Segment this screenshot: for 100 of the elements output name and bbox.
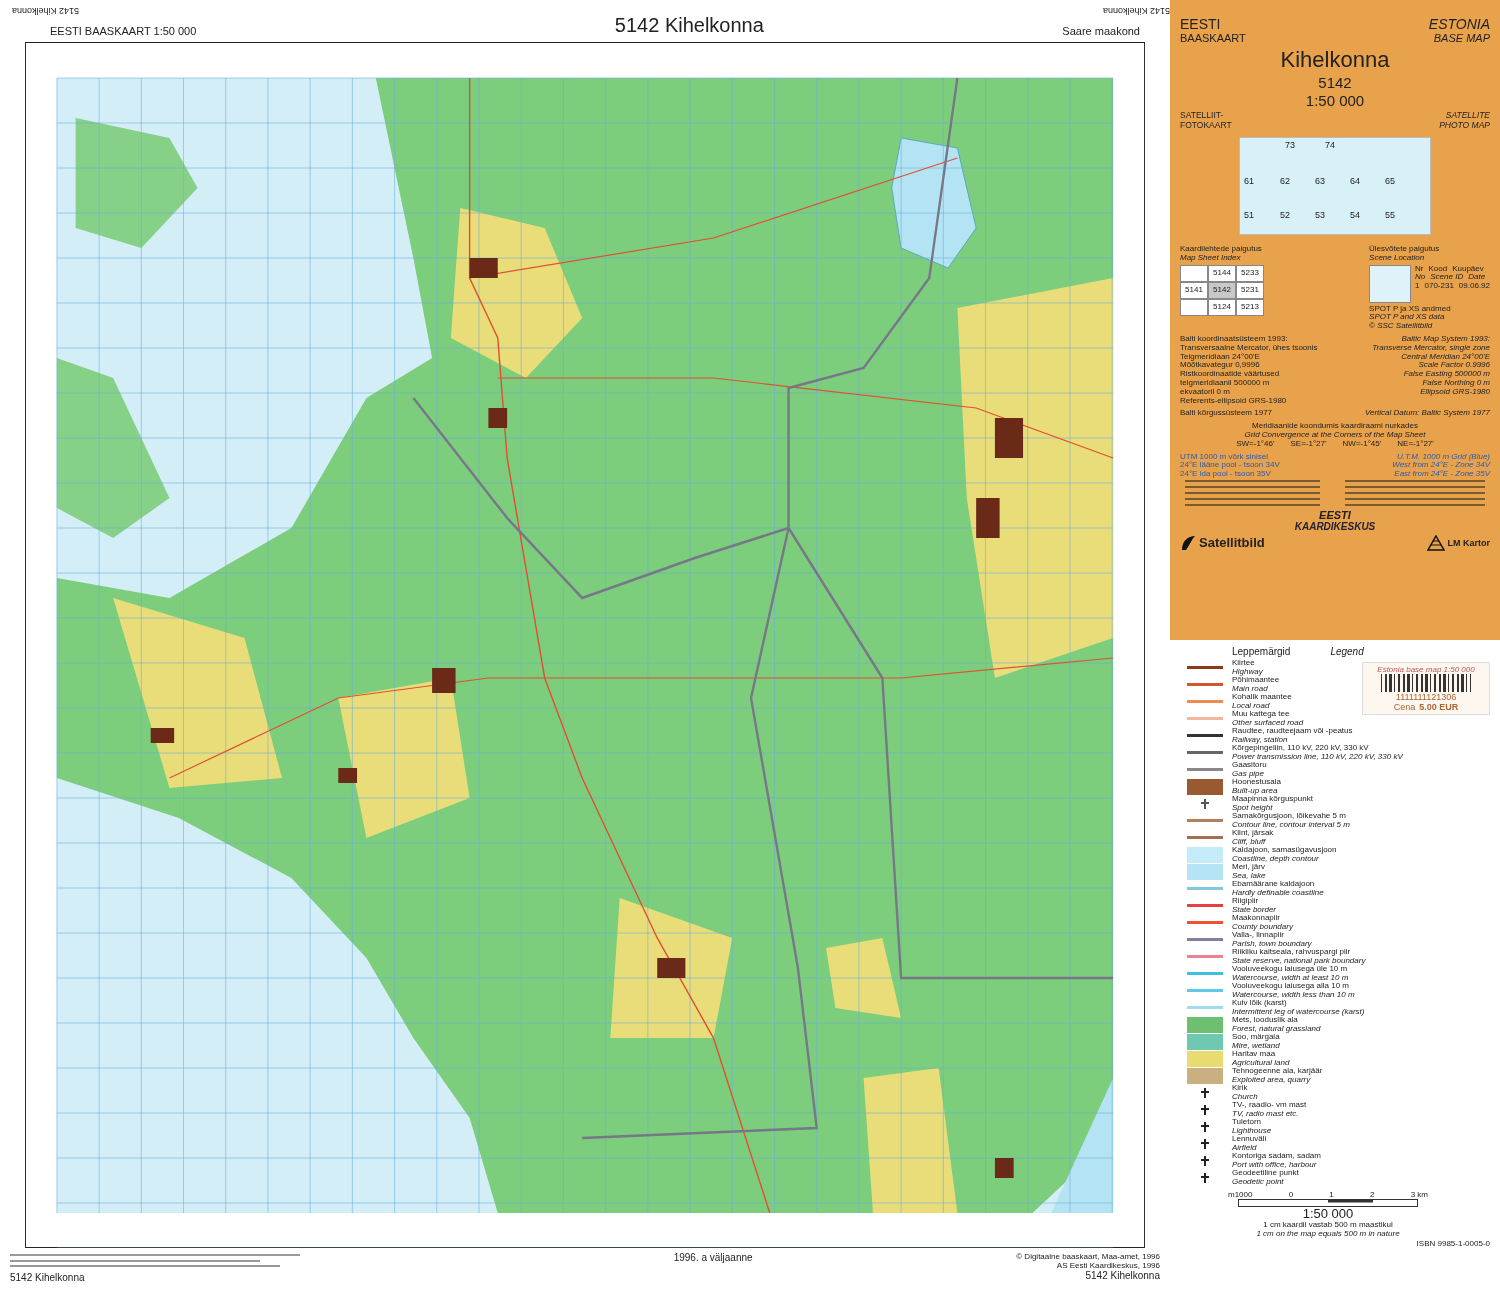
legend-label: TV, radio mast etc.: [1232, 1109, 1300, 1118]
price-value: 5.00 EUR: [1419, 702, 1459, 712]
scale-tick-label: m1000: [1228, 1190, 1253, 1199]
legend-label: County boundary: [1232, 922, 1293, 931]
index-title: Map Sheet Index: [1180, 253, 1241, 263]
convergence-title: Meridiaanide koondumis kaardiraami nurkades: [1252, 422, 1418, 431]
map-type: SATELLITE: [1445, 110, 1490, 120]
legend-label: Valla-, linnapiir: [1232, 931, 1284, 940]
legend-label: Vooluveekogu laiusega üle 10 m: [1232, 965, 1348, 974]
utm-line: U.T.M. 1000 m Grid (Blue): [1396, 452, 1490, 461]
legend-label: Railway, station: [1232, 735, 1288, 744]
table-cell: 1: [1415, 282, 1420, 291]
legend-label: Raudtee, raudteejaam või -peatus: [1232, 727, 1353, 736]
price-label: Cena: [1393, 702, 1416, 712]
scale-tick-label: 0: [1288, 1190, 1294, 1199]
table-header: Kood: [1428, 264, 1448, 274]
legend-label: Intermittent leg of watercourse (karst): [1232, 1007, 1365, 1016]
index-title: Kaardilehtede paigutus: [1180, 245, 1263, 253]
projection-line: False Northing 0 m: [1422, 378, 1490, 388]
series-name: EESTI: [1180, 16, 1222, 32]
projection-line: Ristkoordinaatide väärtused: [1180, 370, 1281, 379]
credit-line: SPOT P ja XS andmed: [1369, 304, 1452, 313]
legend-label: Samakõrgusjoon, lõikevahe 5 m: [1232, 812, 1347, 821]
projection-line: Mõõtkavategur 0,9996: [1180, 361, 1261, 371]
scale-tick-label: 1: [1329, 1190, 1334, 1199]
legend-label: Kohalik maantee: [1232, 693, 1292, 702]
legend-label: Watercourse, width less than 10 m: [1232, 990, 1355, 999]
projection-line: Transverse Mercator, single zone: [1372, 343, 1490, 352]
projection-line: Baltic Map System 1993:: [1401, 335, 1490, 344]
scale-note: 1 cm on the map equals 500 m in nature: [1256, 1230, 1400, 1239]
legend-label: Power transmission line, 110 kV, 220 kV, 330 kV: [1232, 752, 1403, 761]
edition-label: 1996. a väljaanne: [673, 1252, 753, 1265]
projection-line: ekvaatoril 0 m: [1180, 387, 1230, 397]
legend-label: Meri, järv: [1232, 863, 1266, 872]
barcode-number: 1111111121306: [1395, 692, 1457, 702]
utm-line: 24°E ida pool - tsoon 35V: [1180, 470, 1272, 479]
logo-text: EESTI: [1319, 508, 1351, 521]
sheet-number-label: 62: [1280, 176, 1290, 186]
legend-label: Kõrgepingeliin, 110 kV, 220 kV, 330 kV: [1232, 744, 1370, 753]
legend-label: Geodetic point: [1232, 1177, 1284, 1186]
scale-note: 1 cm kaardil vastab 500 m maastikul: [1263, 1221, 1393, 1231]
scene-title: Scene Location: [1369, 253, 1425, 263]
logo-text: KAARDIKESKUS: [1294, 520, 1376, 532]
legend-label: Lennuväli: [1232, 1135, 1267, 1144]
legend-label: Tuletorn: [1232, 1118, 1263, 1127]
legend-label: Port with office, harbour: [1232, 1160, 1318, 1169]
table-cell: 070-231: [1424, 282, 1454, 291]
legend-label: Forest, natural grassland: [1232, 1024, 1321, 1033]
legend-label: Maapinna kõrguspunkt: [1232, 795, 1313, 804]
legend-title: Leppemärgid: [1232, 646, 1291, 657]
series-name: ESTONIA: [1428, 16, 1490, 32]
sheet-number-label: 55: [1385, 210, 1395, 220]
legend-label: Built-up area: [1232, 786, 1279, 795]
map-scale: 1:50 000: [1305, 92, 1365, 109]
logo-text: Satellitbild: [1199, 535, 1265, 551]
legend-label: Soo, märgala: [1232, 1033, 1280, 1042]
series-name: BAASKAART: [1180, 32, 1246, 44]
sheet-number-label: 52: [1280, 210, 1290, 220]
sheet-number-label: 74: [1325, 140, 1335, 150]
legend-label: Riigipiir: [1232, 897, 1260, 906]
legend-label: Exploited area, quarry: [1232, 1075, 1311, 1084]
scene-title: Ülesvõtete paigutus: [1369, 245, 1441, 253]
credit-line: © SSC Satellitbild: [1369, 322, 1434, 331]
sheet-label: 5142 Kihelkonna: [1085, 1270, 1160, 1281]
triangle-icon: [1426, 534, 1445, 551]
legend-label: Põhimaantee: [1232, 676, 1280, 685]
legend-label: Main road: [1232, 684, 1269, 693]
legend-label: Other surfaced road: [1232, 718, 1304, 727]
series-label: EESTI BAASKAART 1:50 000: [50, 25, 197, 37]
table-header: Scene ID: [1430, 273, 1464, 283]
legend-label: Gas pipe: [1232, 769, 1265, 778]
legend-label: Kaldajoon, samasügavusjoon: [1232, 846, 1337, 855]
logo-text: LM Kartor: [1447, 537, 1490, 548]
projection-line: Balti koordinaatsüsteem 1993:: [1180, 335, 1289, 344]
projection-line: Telgmeridiaan 24°00'E: [1180, 352, 1261, 361]
sheet-label: 5142 Kihelkonna: [10, 1272, 86, 1283]
scale-ratio: 1:50 000: [1302, 1207, 1354, 1222]
legend-label: Mets, looduslik ala: [1232, 1016, 1299, 1025]
sheet-number-label: 73: [1285, 140, 1295, 150]
utm-line: 24°E lääne pool - tsoon 34V: [1180, 461, 1280, 470]
mirrored-sheet-label: 5142 Kihelkonna: [1102, 6, 1170, 16]
projection-line: Referents-ellipsoid GRS-1980: [1180, 396, 1288, 406]
legend-label: State border: [1232, 905, 1277, 914]
legend-label: State reserve, national park boundary: [1232, 956, 1366, 965]
legend-label: TV-, raadio- vm mast: [1232, 1101, 1307, 1110]
convergence-value: NW=-1°45': [1342, 439, 1382, 449]
legend-label: Cliff, bluff: [1232, 837, 1266, 846]
legend-label: Mire, wetland: [1232, 1041, 1280, 1050]
projection-line: telgmeridiaanil 500000 m: [1180, 378, 1271, 387]
legend-label: Coastline, depth contour: [1232, 854, 1319, 863]
table-header: No: [1415, 273, 1426, 283]
projection-line: Central Meridian 24°00'E: [1401, 352, 1490, 362]
scale-tick-label: 2: [1370, 1190, 1375, 1199]
legend-label: Maakonnapiir: [1232, 914, 1281, 923]
legend-label: Agricultural land: [1232, 1058, 1290, 1067]
legend-label: Ebamäärane kaldajoon: [1232, 880, 1315, 889]
projection-line: Scale Factor 0.9996: [1418, 361, 1490, 371]
convergence-value: SE=-1°27': [1290, 439, 1327, 449]
scale-tick-label: 3 km: [1410, 1190, 1428, 1199]
utm-line: West from 24°E - Zone 34V: [1392, 461, 1490, 470]
